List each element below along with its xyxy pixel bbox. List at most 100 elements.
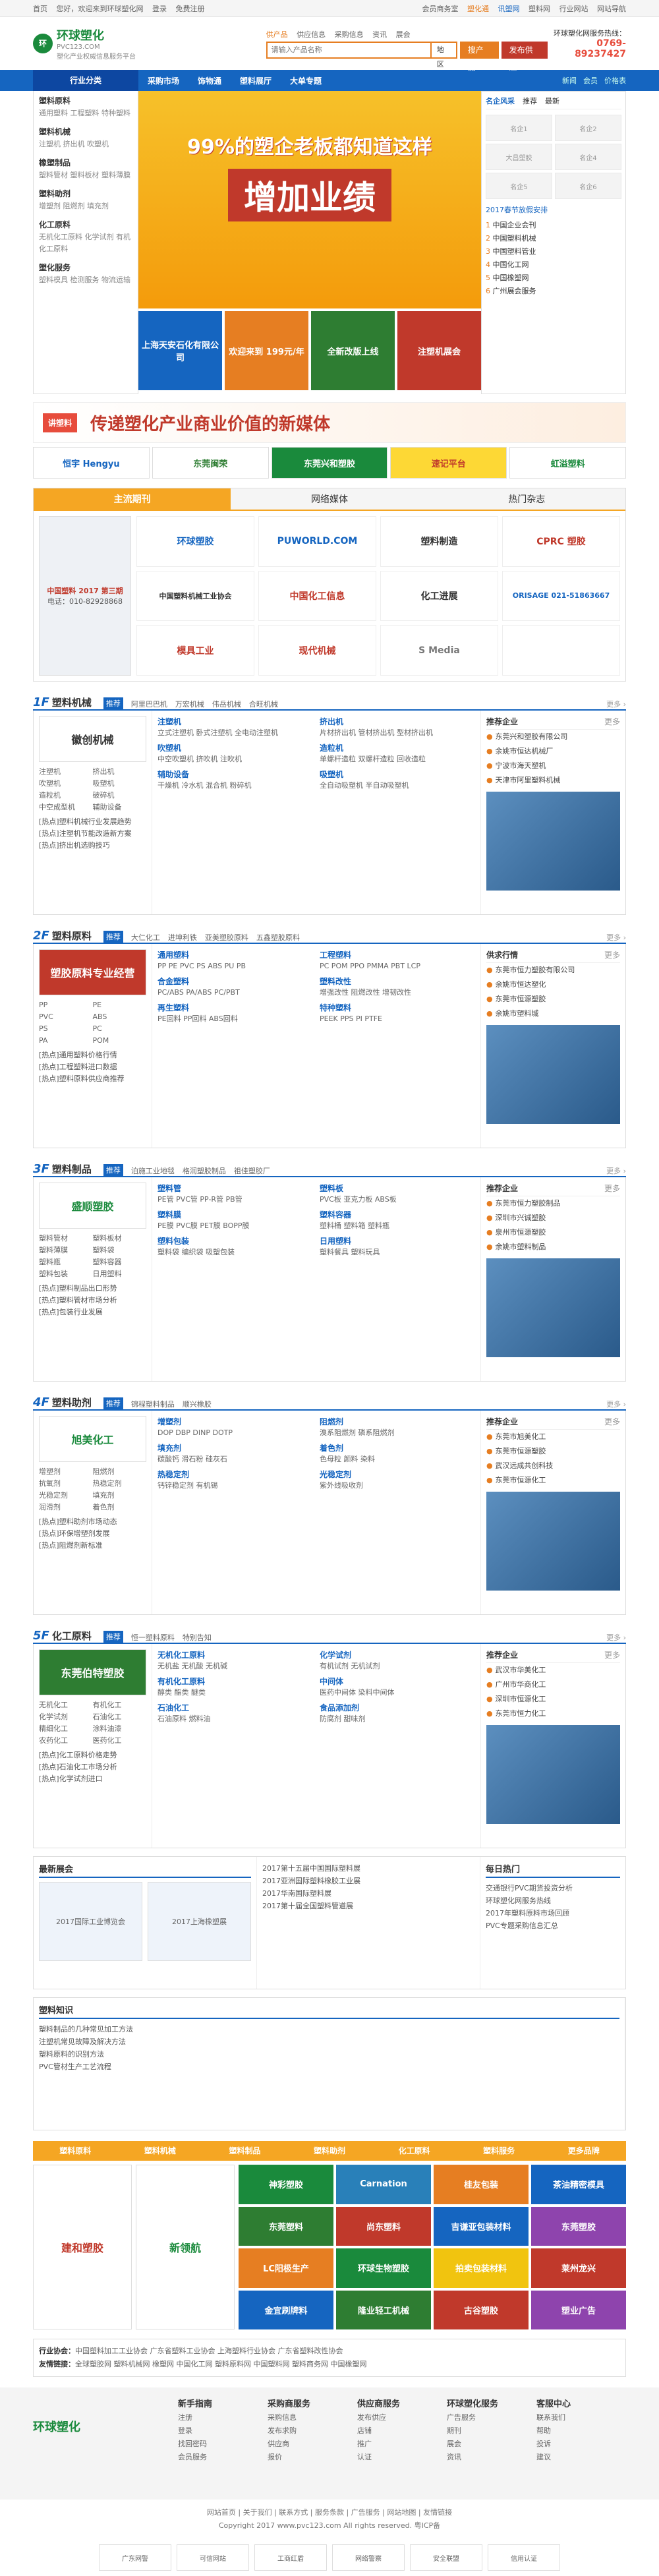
trust-badge[interactable]: 可信网站 xyxy=(177,2544,249,2571)
expo-item[interactable]: 2017第十五届中国国际塑料展 xyxy=(262,1862,474,1875)
search-tab[interactable]: 供产品 xyxy=(266,30,288,39)
nav-item[interactable]: 饰物通 xyxy=(188,75,231,86)
company-item[interactable]: ● 泉州市恒源塑胶 xyxy=(486,1225,620,1240)
rank-item[interactable]: 3 中国塑料管业 xyxy=(486,245,621,258)
floor-news[interactable]: [热点]环保增塑剂发展 xyxy=(39,1528,146,1540)
grid-ad[interactable]: 吉谦亚包装材料 xyxy=(434,2206,529,2246)
block-title[interactable]: 挤出机 xyxy=(320,716,475,727)
category-title[interactable]: 塑化服务 xyxy=(39,262,132,273)
footer-link[interactable]: 联系我们 xyxy=(536,2411,626,2424)
company-item[interactable]: ● 余姚市恒达机械厂 xyxy=(486,744,620,759)
brand-logo[interactable]: 速记平台 xyxy=(390,447,507,479)
company-item[interactable]: ● 东莞市恒源化工 xyxy=(486,1473,620,1488)
block-title[interactable]: 食品添加剂 xyxy=(320,1702,475,1713)
media-logo[interactable]: 塑料制造 xyxy=(380,516,498,567)
floor-cat[interactable]: 增塑剂 xyxy=(39,1466,93,1478)
trust-badge[interactable]: 安全联盟 xyxy=(410,2544,482,2571)
block-title[interactable]: 造粒机 xyxy=(320,742,475,753)
brand-logo[interactable]: 东莞兴和塑胶 xyxy=(271,447,388,479)
block-title[interactable]: 填充剂 xyxy=(158,1442,313,1453)
footer-link[interactable]: 投诉 xyxy=(536,2438,626,2451)
grid-ad[interactable]: 茶油精密模具 xyxy=(531,2165,626,2204)
knowledge-item[interactable]: 塑料原料的识别方法 xyxy=(39,2048,619,2061)
bottom-cat[interactable]: 塑料原料 xyxy=(33,2141,118,2161)
floor-sub-tab[interactable]: 特别告知 xyxy=(183,1632,212,1643)
footer-link[interactable]: 店铺 xyxy=(357,2424,447,2438)
floor-sub-tab[interactable]: 推荐 xyxy=(103,1164,123,1176)
floor-cat[interactable]: 中空成型机 xyxy=(39,802,93,813)
hot-item[interactable]: 环球塑化网服务热线 xyxy=(486,1894,620,1907)
floor-news[interactable]: [热点]塑料机械行业发展趋势 xyxy=(39,816,146,828)
footer-link[interactable]: 注册 xyxy=(178,2411,268,2424)
block-title[interactable]: 着色剂 xyxy=(320,1442,475,1453)
floor-cat[interactable]: 抗氧剂 xyxy=(39,1478,93,1490)
block-title[interactable]: 再生塑料 xyxy=(158,1002,313,1013)
hot-item[interactable]: PVC专题采购信息汇总 xyxy=(486,1919,620,1932)
more-link[interactable]: 更多 xyxy=(604,1416,620,1427)
footer-link[interactable]: 期刊 xyxy=(447,2424,536,2438)
banner-slide[interactable]: 99%的塑企老板都知道这样 增加业绩 xyxy=(138,91,481,308)
company-logo[interactable]: 名企4 xyxy=(555,144,621,170)
knowledge-item[interactable]: 注塑机常见故障及解决方法 xyxy=(39,2035,619,2048)
nav-item[interactable]: 采购市场 xyxy=(138,75,188,86)
block-links[interactable]: 紫外线吸收剂 xyxy=(320,1480,475,1491)
floor-cat[interactable]: 涂料油漆 xyxy=(93,1723,147,1735)
block-title[interactable]: 增塑剂 xyxy=(158,1416,313,1427)
media-logo[interactable]: 现代机械 xyxy=(258,625,376,676)
category-links[interactable]: 增塑剂 阻燃剂 填充剂 xyxy=(39,200,132,212)
side-tab[interactable]: 最新 xyxy=(545,96,559,106)
media-logo[interactable]: 中国塑料机械工业协会 xyxy=(136,570,254,622)
floor-sub-tab[interactable]: 亚美塑胶原料 xyxy=(205,932,248,943)
floor-sub-tab[interactable]: 推荐 xyxy=(103,1397,123,1409)
company-item[interactable]: ● 武汉远成共创科技 xyxy=(486,1459,620,1473)
floor-cat[interactable]: 辅助设备 xyxy=(93,802,147,813)
bottom-cat[interactable]: 塑料助剂 xyxy=(287,2141,372,2161)
media-ad-banner[interactable]: 讲塑料 传递塑化产业商业价值的新媒体 xyxy=(33,402,626,443)
block-title[interactable]: 化学试剂 xyxy=(320,1649,475,1660)
floor-news[interactable]: [热点]注塑机节能改造新方案 xyxy=(39,828,146,840)
nav-right[interactable]: 价格表 xyxy=(604,75,626,86)
trust-badge[interactable]: 信用认证 xyxy=(488,2544,560,2571)
footer-link[interactable]: 展会 xyxy=(447,2438,536,2451)
floor-title[interactable]: 塑料制品 xyxy=(52,1162,92,1176)
more-link[interactable]: 更多 › xyxy=(606,932,626,943)
grid-ad[interactable]: 桂友包装 xyxy=(434,2165,529,2204)
floor-news[interactable]: [热点]塑料原料供应商推荐 xyxy=(39,1073,146,1085)
grid-ad[interactable]: 东莞塑料 xyxy=(239,2206,333,2246)
rank-item[interactable]: 5 中国橡塑网 xyxy=(486,272,621,285)
block-title[interactable]: 日用塑料 xyxy=(320,1235,475,1246)
grid-ad[interactable]: 莱州龙兴 xyxy=(531,2248,626,2288)
top-right-1[interactable]: 会员商务室 xyxy=(422,5,459,13)
footer-link[interactable]: 帮助 xyxy=(536,2424,626,2438)
grid-ad[interactable]: 神彩塑胶 xyxy=(239,2165,333,2204)
company-item[interactable]: ● 深圳市恒源化工 xyxy=(486,1692,620,1707)
post-supply-button[interactable]: 发布供应 xyxy=(501,41,548,72)
floor-cat[interactable]: 破碎机 xyxy=(93,790,147,802)
category-links[interactable]: 塑料管材 塑料板材 塑料薄膜 xyxy=(39,169,132,181)
more-link[interactable]: 更多 xyxy=(604,1183,620,1194)
more-link[interactable]: 更多 › xyxy=(606,1399,626,1409)
nav-category[interactable]: 行业分类 xyxy=(33,70,138,91)
footer-link[interactable]: 找回密码 xyxy=(178,2438,268,2451)
block-links[interactable]: 全自动吸塑机 半自动吸塑机 xyxy=(320,780,475,791)
block-links[interactable]: 防腐剂 甜味剂 xyxy=(320,1713,475,1724)
floor-cat[interactable]: 塑料包装 xyxy=(39,1268,93,1280)
floor-cat[interactable]: 医药化工 xyxy=(93,1735,147,1747)
category-title[interactable]: 塑料原料 xyxy=(39,95,132,106)
floor-sub-tab[interactable]: 祖佳塑胶厂 xyxy=(234,1165,270,1176)
footer-link[interactable]: 登录 xyxy=(178,2424,268,2438)
media-logo[interactable]: 化工进展 xyxy=(380,570,498,622)
floor-cat[interactable]: 注塑机 xyxy=(39,766,93,778)
footer-link[interactable]: 广告服务 xyxy=(447,2411,536,2424)
floor-cat[interactable]: 吹塑机 xyxy=(39,778,93,790)
floor-ad[interactable]: 旭美化工 xyxy=(39,1416,146,1462)
trust-badge[interactable]: 工商红盾 xyxy=(254,2544,327,2571)
floor-sub-tab[interactable]: 顺兴橡胶 xyxy=(183,1399,212,1409)
block-links[interactable]: 立式注塑机 卧式注塑机 全电动注塑机 xyxy=(158,727,313,738)
media-logo[interactable]: 模具工业 xyxy=(136,625,254,676)
floor-news[interactable]: [热点]阻燃剂新标准 xyxy=(39,1540,146,1552)
magazine-cover[interactable]: 中国塑料 2017 第三期 电话：010-82928868 xyxy=(39,516,131,676)
category-links[interactable]: 通用塑料 工程塑料 特种塑料 xyxy=(39,107,132,119)
grid-ad[interactable]: LC阳极生产 xyxy=(239,2248,333,2288)
small-ad[interactable]: 欢迎来到 199元/年 xyxy=(225,311,308,390)
